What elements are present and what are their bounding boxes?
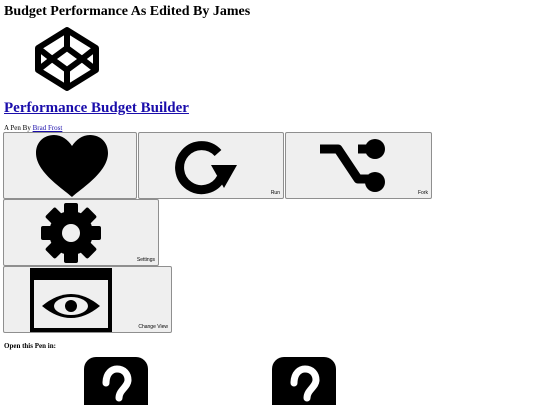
change-view-button[interactable]: Change View: [3, 266, 172, 333]
run-button-label: Run: [270, 190, 280, 196]
pen-title-link[interactable]: Performance Budget Builder: [4, 100, 189, 116]
open-in-option-2[interactable]: [272, 357, 336, 405]
author-link[interactable]: Brad Frost: [33, 124, 63, 132]
fork-button-label: Fork: [418, 190, 428, 196]
open-in-heading: Open this Pen in:: [4, 342, 56, 350]
codepen-logo-icon: [34, 26, 100, 92]
heart-icon: [36, 135, 108, 197]
fork-button[interactable]: Fork: [285, 132, 432, 199]
gear-icon: [41, 203, 101, 263]
refresh-icon: [175, 141, 237, 195]
run-button[interactable]: Run: [138, 132, 284, 199]
eye-window-icon: [30, 268, 112, 332]
pen-title: Performance Budget Builder: [4, 98, 189, 118]
question-mark-icon: [272, 357, 336, 405]
change-view-button-label: Change View: [138, 324, 168, 330]
settings-button[interactable]: Settings: [3, 199, 159, 266]
love-button[interactable]: [3, 132, 137, 199]
open-in-option-1[interactable]: [84, 357, 148, 405]
byline-prefix: A Pen By: [4, 124, 31, 132]
page-title: Budget Performance As Edited By James: [4, 4, 251, 19]
question-mark-icon: [84, 357, 148, 405]
settings-button-label: Settings: [136, 257, 155, 263]
fork-icon: [320, 139, 385, 192]
